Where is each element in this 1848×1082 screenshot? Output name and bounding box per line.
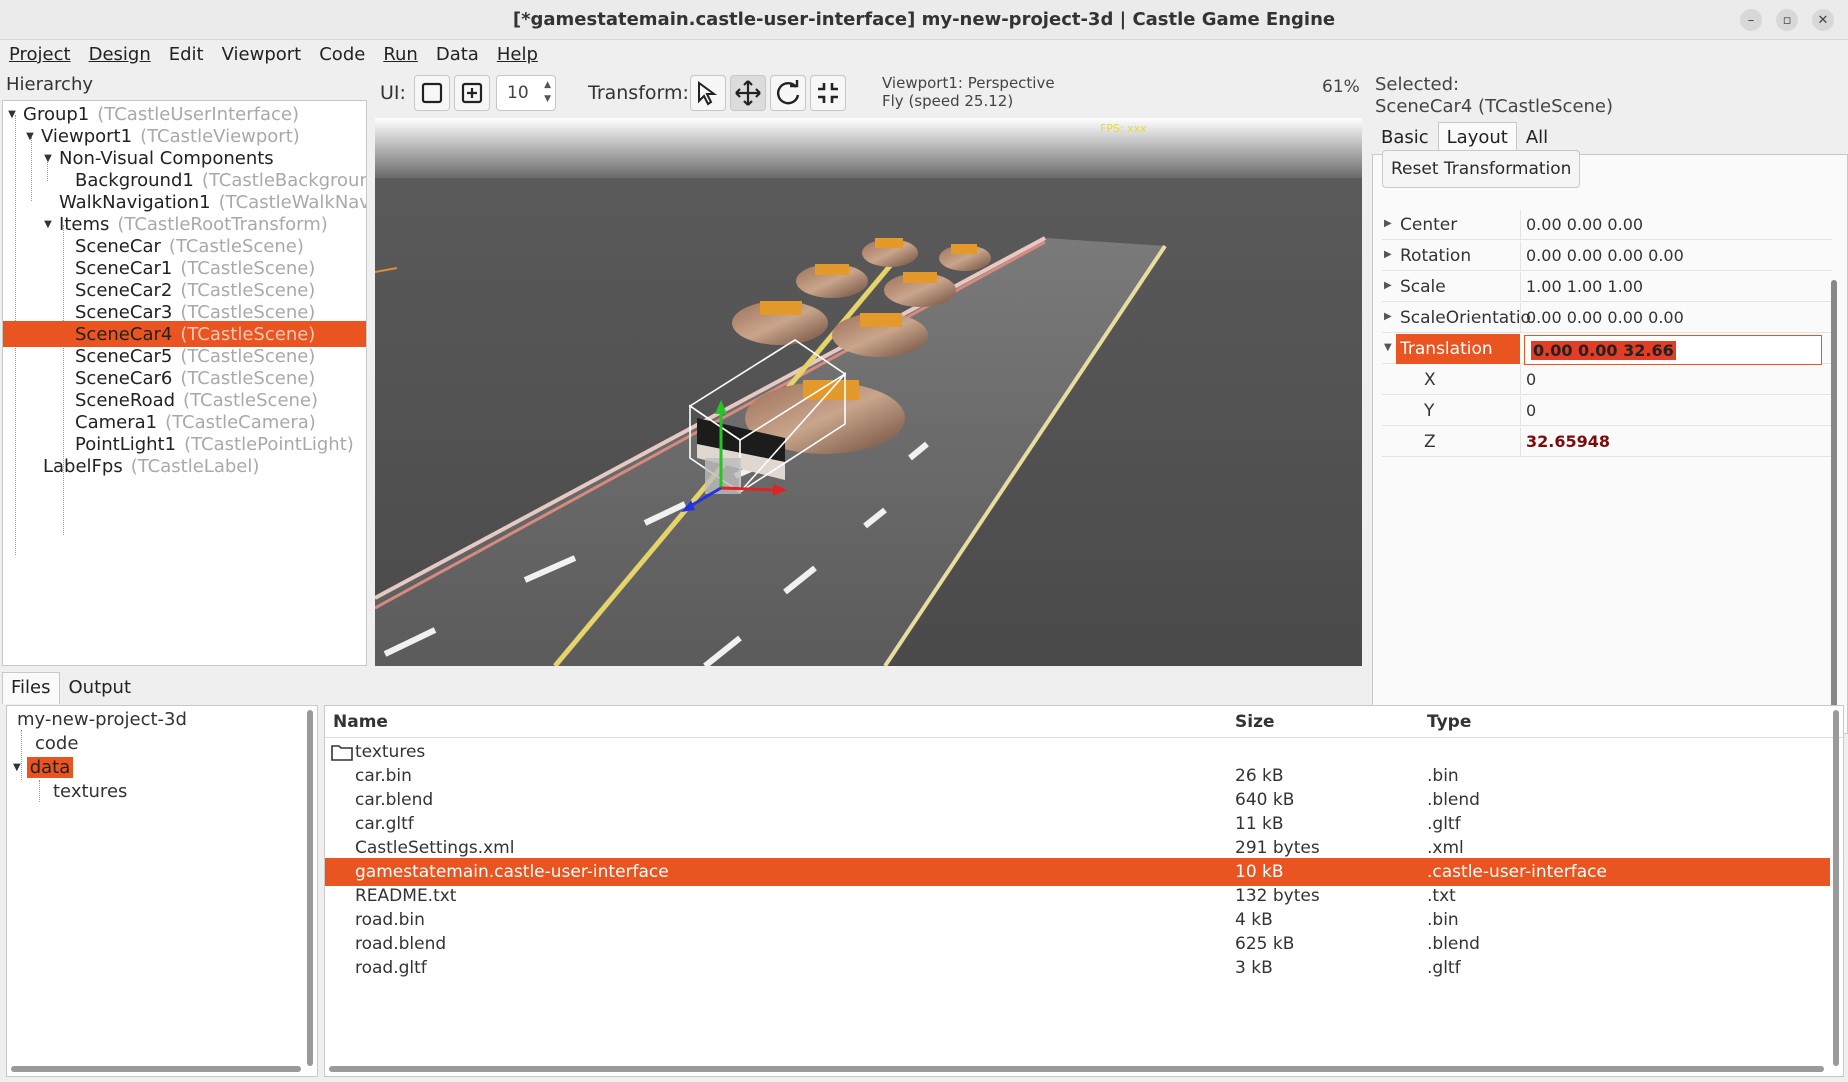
car-model[interactable] <box>832 313 928 357</box>
tab-files[interactable]: Files <box>2 672 60 704</box>
files-tree[interactable]: my-new-project-3d code ▼ data textures <box>6 705 318 1077</box>
menu-edit[interactable]: Edit <box>160 44 213 65</box>
zoom-level: 61% <box>1322 77 1360 97</box>
collapse-icon[interactable]: ▼ <box>41 219 55 230</box>
column-type[interactable]: Type <box>1427 712 1471 732</box>
car-model[interactable] <box>796 264 868 298</box>
reset-transformation-button[interactable]: Reset Transformation <box>1382 150 1581 188</box>
rotate-icon <box>777 80 800 105</box>
files-list-vscrollbar[interactable] <box>1833 710 1839 1066</box>
tree-item-project[interactable]: my-new-project-3d <box>17 706 187 732</box>
3d-viewport[interactable]: FPS: xxx <box>375 118 1362 666</box>
scale-icon <box>818 83 838 103</box>
menu-project[interactable]: Project <box>0 44 80 65</box>
translate-mode-button[interactable] <box>730 75 766 111</box>
folder-icon <box>331 745 353 761</box>
files-list-hscrollbar[interactable] <box>329 1066 1824 1072</box>
tree-item-textures[interactable]: textures <box>53 778 127 804</box>
prop-row-z[interactable]: Z 32.65948 <box>1382 427 1832 457</box>
translation-edit-field[interactable]: 0.00 0.00 32.66 <box>1524 335 1822 365</box>
menu-viewport[interactable]: Viewport <box>213 44 311 65</box>
expand-icon[interactable]: ▶ <box>1384 280 1392 291</box>
ui-add-button[interactable] <box>454 75 490 111</box>
design-toolbar: UI: 10 ▲ ▼ Transform: Viewport1: Perspect… <box>372 70 1362 120</box>
tab-output[interactable]: Output <box>60 672 141 704</box>
object-inspector: Selected: SceneCar4 (TCastleScene) Basic… <box>1370 70 1848 734</box>
collapse-icon[interactable]: ▼ <box>13 762 21 773</box>
hierarchy-title: Hierarchy <box>6 74 94 95</box>
transform-label: Transform: <box>588 82 689 104</box>
file-row-road-gltf[interactable]: road.gltf 3 kB .gltf <box>325 954 1830 982</box>
ui-label: UI: <box>380 82 406 104</box>
prop-row-center[interactable]: ▶ Center 0.00 0.00 0.00 <box>1382 210 1832 240</box>
select-mode-button[interactable] <box>690 75 726 111</box>
scale-mode-button[interactable] <box>810 75 846 111</box>
bottom-tabs: Files Output <box>2 672 140 704</box>
menu-data[interactable]: Data <box>427 44 488 65</box>
close-icon[interactable]: ✕ <box>1812 9 1834 31</box>
column-name[interactable]: Name <box>333 712 388 732</box>
collapse-icon[interactable]: ▼ <box>23 131 37 142</box>
ui-select-button[interactable] <box>414 75 450 111</box>
expand-icon[interactable]: ▶ <box>1384 218 1392 229</box>
prop-row-scaleorientation[interactable]: ▶ ScaleOrientatio 0.00 0.00 0.00 0.00 <box>1382 303 1832 333</box>
viewport-info: Viewport1: Perspective Fly (speed 25.12) <box>882 74 1055 110</box>
spin-arrows-icon[interactable]: ▲ ▼ <box>544 78 551 106</box>
collapse-icon[interactable]: ▼ <box>1384 342 1392 353</box>
fps-label: FPS: xxx <box>1100 122 1147 135</box>
inspector-scrollbar[interactable] <box>1831 280 1837 730</box>
window-title: [*gamestatemain.castle-user-interface] m… <box>512 9 1336 30</box>
menu-code[interactable]: Code <box>310 44 374 65</box>
files-tree-vscrollbar[interactable] <box>307 710 313 1066</box>
window-titlebar: [*gamestatemain.castle-user-interface] m… <box>0 0 1848 40</box>
expand-icon[interactable]: ▶ <box>1384 249 1392 260</box>
add-square-icon <box>461 82 483 104</box>
menu-bar: Project Design Edit Viewport Code Run Da… <box>0 40 1848 68</box>
prop-row-scale[interactable]: ▶ Scale 1.00 1.00 1.00 <box>1382 272 1832 302</box>
car-model[interactable] <box>732 301 828 345</box>
tree-item-labelfps[interactable]: LabelFps (TCastleLabel) <box>3 453 366 479</box>
prop-row-y[interactable]: Y 0 <box>1382 396 1832 426</box>
files-tree-hscrollbar[interactable] <box>11 1066 301 1072</box>
selected-component-name: SceneCar4 (TCastleScene) <box>1375 96 1614 117</box>
menu-help[interactable]: Help <box>488 44 547 65</box>
menu-design[interactable]: Design <box>80 44 160 65</box>
tree-item-data[interactable]: ▼ data <box>13 754 74 780</box>
prop-row-translation[interactable]: ▼ Translation 0.00 0.00 32.66 <box>1382 334 1832 365</box>
hierarchy-tree[interactable]: ▼ Group1 (TCastleUserInterface) ▼ Viewpor… <box>2 100 367 666</box>
minimize-icon[interactable]: – <box>1740 9 1762 31</box>
square-icon <box>421 82 443 104</box>
files-list[interactable]: Name Size Type textures car.bin 26 kB .b… <box>324 705 1844 1077</box>
expand-icon[interactable]: ▶ <box>1384 311 1392 322</box>
sky-gradient <box>375 118 1362 178</box>
prop-row-rotation[interactable]: ▶ Rotation 0.00 0.00 0.00 0.00 <box>1382 241 1832 271</box>
snap-spin-edit[interactable]: 10 ▲ ▼ <box>496 75 556 111</box>
cursor-icon <box>698 81 718 106</box>
maximize-icon[interactable]: ▫ <box>1776 9 1798 31</box>
viewport-camera-label: Viewport1: Perspective <box>882 74 1055 92</box>
move-arrows-icon <box>735 80 761 106</box>
tree-item-code[interactable]: code <box>35 730 78 756</box>
viewport-navigation-label: Fly (speed 25.12) <box>882 92 1014 110</box>
files-list-header: Name Size Type <box>325 706 1843 738</box>
menu-run[interactable]: Run <box>374 44 427 65</box>
collapse-icon[interactable]: ▼ <box>5 109 19 120</box>
prop-row-x[interactable]: X 0 <box>1382 365 1832 395</box>
column-size[interactable]: Size <box>1235 712 1275 732</box>
selected-label: Selected: SceneCar4 (TCastleScene) <box>1375 74 1614 117</box>
collapse-icon[interactable]: ▼ <box>41 153 55 164</box>
rotate-mode-button[interactable] <box>770 75 806 111</box>
